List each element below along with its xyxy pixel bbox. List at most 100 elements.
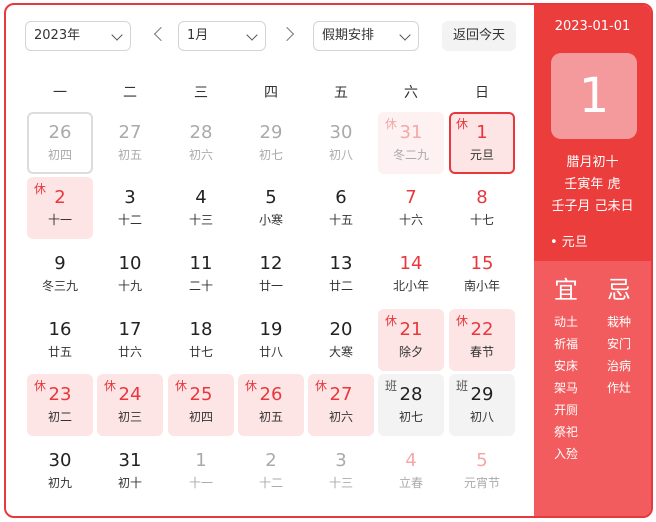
day-number: 2 [265, 450, 277, 471]
day-cell[interactable]: 休 23 初二 [27, 374, 93, 436]
day-cell[interactable]: 15 南小年 [449, 243, 515, 305]
day-number: 11 [189, 253, 213, 274]
lunar-day: 元宵节 [463, 476, 500, 490]
day-cell[interactable]: 6 十五 [308, 177, 374, 239]
day-number: 23 [48, 384, 72, 405]
day-number: 21 [399, 319, 423, 340]
day-cell[interactable]: 休 27 初六 [308, 374, 374, 436]
yi-item: 安床 [553, 359, 578, 373]
day-number: 14 [399, 253, 423, 274]
prev-month-arrow-icon[interactable] [153, 26, 169, 42]
day-cell[interactable]: 休 2 十一 [27, 177, 93, 239]
day-cell[interactable]: 休 31 冬二九 [378, 112, 444, 174]
day-cell[interactable]: 班 29 初八 [449, 374, 515, 436]
day-number: 26 [259, 384, 283, 405]
day-cell[interactable]: 休 22 春节 [449, 309, 515, 371]
day-number: 26 [48, 122, 72, 143]
day-number: 2 [54, 187, 66, 208]
day-cell[interactable]: 18 廿七 [168, 309, 234, 371]
weekday-label: 一 [53, 85, 67, 101]
day-cell[interactable]: 8 十七 [449, 177, 515, 239]
yi-item: 祈福 [553, 337, 578, 351]
day-cell[interactable]: 13 廿二 [308, 243, 374, 305]
back-to-today-button[interactable]: 返回今天 [442, 21, 516, 51]
day-number: 1 [195, 450, 207, 471]
day-number: 22 [470, 319, 494, 340]
day-cell[interactable]: 7 十六 [378, 177, 444, 239]
day-cell[interactable]: 11 二十 [168, 243, 234, 305]
lunar-day: 除夕 [398, 345, 423, 359]
day-number: 20 [329, 319, 353, 340]
holiday-select[interactable]: 假期安排 [313, 21, 419, 51]
day-cell[interactable]: 4 立春 [378, 440, 444, 502]
lunar-day: 初八 [469, 410, 494, 424]
day-cell[interactable]: 休 1 元旦 [449, 112, 515, 174]
day-number: 28 [189, 122, 213, 143]
day-cell[interactable]: 31 初十 [97, 440, 163, 502]
yi-item: 入殓 [553, 447, 578, 461]
day-cell[interactable]: 19 廿八 [238, 309, 304, 371]
lunar-day: 十二 [117, 213, 142, 227]
lunar-day: 十七 [469, 213, 494, 227]
day-number: 30 [329, 122, 353, 143]
day-cell[interactable]: 30 初八 [308, 112, 374, 174]
next-month-arrow-icon[interactable] [279, 26, 295, 42]
lunar-day: 初九 [47, 476, 72, 490]
lunar-day: 廿七 [188, 345, 213, 359]
day-cell[interactable]: 12 廿一 [238, 243, 304, 305]
day-cell[interactable]: 17 廿六 [97, 309, 163, 371]
day-number: 29 [470, 384, 494, 405]
day-cell[interactable]: 休 26 初五 [238, 374, 304, 436]
weekday-label: 六 [404, 85, 418, 101]
day-cell[interactable]: 班 28 初七 [378, 374, 444, 436]
ji-heading: 忌 [607, 276, 631, 304]
day-cell[interactable]: 9 冬三九 [27, 243, 93, 305]
lunar-day: 十五 [328, 213, 353, 227]
day-number: 6 [335, 187, 347, 208]
day-cell[interactable]: 2 十二 [238, 440, 304, 502]
lunar-day: 小寒 [258, 213, 283, 227]
day-cell[interactable]: 14 北小年 [378, 243, 444, 305]
day-cell[interactable]: 29 初七 [238, 112, 304, 174]
day-number: 4 [405, 450, 417, 471]
lunar-day: 初六 [188, 148, 213, 162]
day-cell[interactable]: 4 十三 [168, 177, 234, 239]
yi-item: 动土 [553, 315, 578, 329]
month-select[interactable]: 1月 [178, 21, 266, 51]
ji-column: 忌 栽种 安门 治病 作灶 [594, 275, 644, 399]
day-cell[interactable]: 30 初九 [27, 440, 93, 502]
lunar-day: 十六 [398, 213, 423, 227]
yi-item: 架马 [553, 381, 578, 395]
year-select[interactable]: 2023年 [25, 21, 131, 51]
day-number: 5 [476, 450, 488, 471]
yi-item: 开厕 [553, 403, 578, 417]
day-cell[interactable]: 休 25 初四 [168, 374, 234, 436]
lunar-day: 廿八 [258, 345, 283, 359]
chevron-down-icon [111, 29, 123, 41]
day-cell[interactable]: 27 初五 [97, 112, 163, 174]
lunar-day: 初四 [47, 148, 72, 162]
weekday-label: 五 [334, 85, 348, 101]
day-number: 19 [259, 319, 283, 340]
day-cell[interactable]: 休 24 初三 [97, 374, 163, 436]
day-cell[interactable]: 20 大寒 [308, 309, 374, 371]
day-cell[interactable]: 26 初四 [27, 112, 93, 174]
day-cell[interactable]: 休 21 除夕 [378, 309, 444, 371]
lunar-date: 腊月初十 [566, 155, 619, 170]
day-cell[interactable]: 28 初六 [168, 112, 234, 174]
day-cell[interactable]: 16 廿五 [27, 309, 93, 371]
day-cell[interactable]: 10 十九 [97, 243, 163, 305]
lunar-day: 十一 [47, 213, 72, 227]
lunar-day: 立春 [398, 476, 423, 490]
day-cell[interactable]: 5 元宵节 [449, 440, 515, 502]
day-number: 24 [118, 384, 142, 405]
day-cell[interactable]: 5 小寒 [238, 177, 304, 239]
lunar-day: 初五 [117, 148, 142, 162]
chevron-down-icon [399, 29, 411, 41]
day-cell[interactable]: 3 十三 [308, 440, 374, 502]
lunar-day: 南小年 [463, 279, 500, 293]
day-cell[interactable]: 1 十一 [168, 440, 234, 502]
day-number: 3 [124, 187, 136, 208]
day-cell[interactable]: 3 十二 [97, 177, 163, 239]
day-number: 27 [118, 122, 142, 143]
